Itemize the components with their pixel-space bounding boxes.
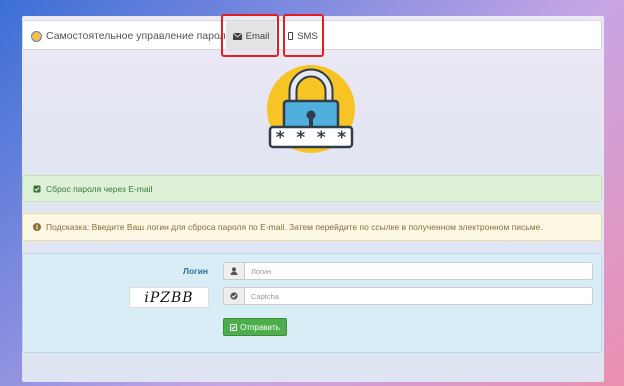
hint-alert: Подсказка: Введите Ваш логин для сброса …	[22, 213, 602, 241]
login-label: Логин	[183, 266, 209, 276]
captcha-image: iPZBB	[129, 287, 209, 308]
lock-illustration: * * * *	[266, 65, 356, 157]
user-icon	[223, 262, 245, 280]
login-input-group	[223, 262, 593, 280]
hint-text: Подсказка: Введите Ваш логин для сброса …	[46, 222, 543, 232]
check-square-icon	[33, 185, 41, 192]
check-circle-icon	[223, 287, 245, 305]
reset-form: Логин iPZBB Отправить	[22, 253, 602, 353]
info-circle-icon	[33, 223, 41, 231]
brand[interactable]: Самостоятельное управление паролем	[31, 21, 239, 51]
captcha-input[interactable]	[245, 287, 593, 305]
success-text: Сброс пароля через E-mail	[46, 183, 153, 194]
success-alert: Сброс пароля через E-mail	[22, 175, 602, 202]
email-highlight-box	[221, 14, 279, 57]
submit-label: Отправить	[240, 322, 280, 332]
check-square-icon	[230, 323, 238, 331]
password-mask: * * * *	[275, 128, 347, 148]
captcha-input-group	[223, 287, 593, 305]
submit-button[interactable]: Отправить	[223, 318, 287, 336]
logo-icon	[31, 30, 42, 42]
app-title: Самостоятельное управление паролем	[46, 30, 239, 42]
sms-highlight-box	[283, 14, 324, 57]
captcha-image-text: iPZBB	[144, 289, 194, 306]
login-input[interactable]	[245, 262, 593, 280]
padlock-password-icon: * * * *	[267, 65, 355, 153]
